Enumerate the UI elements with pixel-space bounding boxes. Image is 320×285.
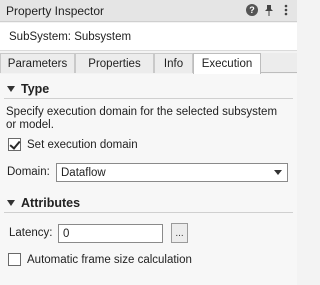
attributes-section-header[interactable]: Attributes: [4, 193, 293, 213]
domain-label: Domain:: [7, 166, 50, 178]
auto-frame-size-checkbox[interactable]: [8, 253, 21, 266]
chevron-down-icon: [274, 170, 282, 175]
tab-info[interactable]: Info: [154, 53, 193, 73]
attributes-section-title: Attributes: [21, 195, 81, 210]
title-bar: Property Inspector ?: [0, 0, 297, 22]
latency-browse-button[interactable]: ...: [171, 223, 188, 243]
tab-properties[interactable]: Properties: [75, 53, 154, 73]
type-section-header[interactable]: Type: [4, 79, 293, 99]
block-path-label: SubSystem: Subsystem: [9, 31, 132, 43]
execution-panel: Type Specify execution domain for the se…: [0, 74, 297, 285]
domain-select[interactable]: Dataflow: [56, 163, 288, 182]
type-description: Specify execution domain for the selecte…: [6, 106, 278, 131]
pin-icon[interactable]: [262, 3, 276, 17]
set-execution-domain-checkbox[interactable]: [8, 138, 21, 151]
domain-select-value: Dataflow: [61, 166, 106, 179]
set-execution-domain-row[interactable]: Set execution domain: [8, 138, 138, 151]
set-execution-domain-label: Set execution domain: [27, 138, 138, 151]
auto-frame-size-label: Automatic frame size calculation: [27, 253, 192, 266]
auto-frame-size-row[interactable]: Automatic frame size calculation: [8, 253, 192, 266]
type-section-title: Type: [21, 81, 50, 96]
collapse-triangle-icon: [7, 199, 15, 206]
latency-value: 0: [63, 227, 70, 240]
more-options-icon[interactable]: [279, 3, 293, 17]
tab-parameters[interactable]: Parameters: [0, 53, 75, 73]
block-path-header: SubSystem: Subsystem: [0, 23, 297, 51]
window-title: Property Inspector: [6, 4, 105, 18]
latency-label: Latency:: [9, 227, 53, 239]
tab-bar: Parameters Properties Info Execution: [0, 53, 297, 74]
help-icon[interactable]: ?: [245, 3, 259, 17]
title-bar-icons: ?: [245, 3, 293, 17]
latency-input[interactable]: 0: [58, 224, 163, 243]
collapse-triangle-icon: [7, 85, 15, 92]
tab-execution[interactable]: Execution: [193, 53, 261, 74]
